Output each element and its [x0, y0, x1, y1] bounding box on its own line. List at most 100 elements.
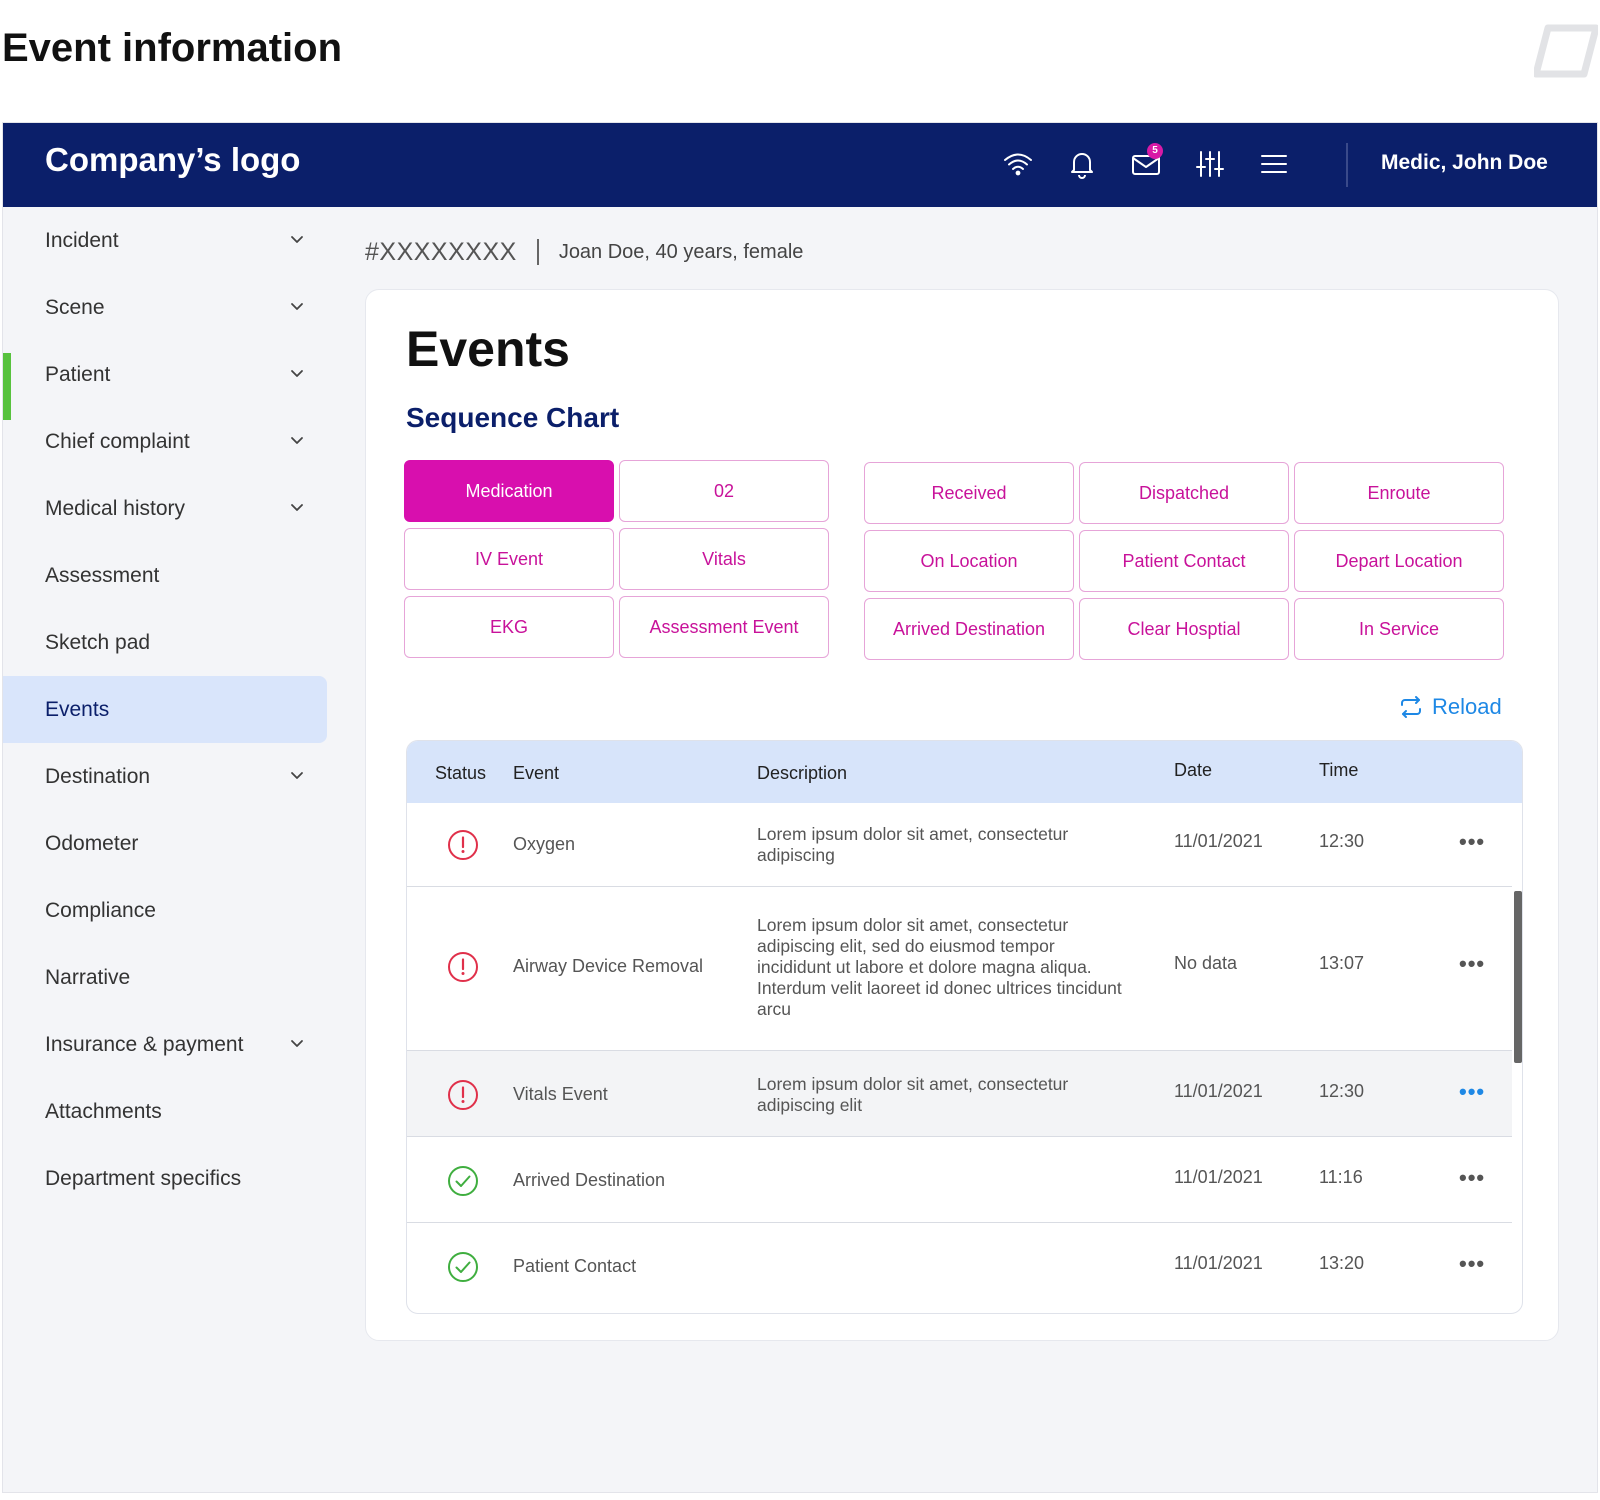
brand-mark-icon [1534, 24, 1598, 78]
header-time[interactable]: Time [1319, 760, 1358, 781]
chevron-down-icon[interactable] [289, 298, 305, 314]
sidebar-item-label: Insurance & payment [45, 1032, 244, 1056]
sidebar-item-label: Department specifics [45, 1166, 242, 1190]
sidebar-navigation: Incident Scene Patient Chief complaint Medic… [3, 207, 333, 1212]
top-navigation-bar: Company’s logo 5 Medic, John Doe [3, 123, 1597, 207]
sidebar-item-sketch-pad[interactable]: Sketch pad [3, 609, 333, 676]
sequence-button-on-location[interactable]: On Location [864, 530, 1074, 592]
sidebar-item-insurance-and-payment[interactable]: Insurance & payment [3, 1011, 333, 1078]
sequence-button-received[interactable]: Received [864, 462, 1074, 524]
sidebar-item-label: Events [45, 697, 110, 721]
sequence-button-clear-hosptial[interactable]: Clear Hosptial [1079, 598, 1289, 660]
event-date: 11/01/2021 [1174, 1167, 1263, 1187]
app-window: Company’s logo 5 Medic, John Doe Inciden… [2, 122, 1598, 1493]
sequence-button-assessment-event[interactable]: Assessment Event [619, 596, 829, 658]
sidebar-item-department-specifics[interactable]: Department specifics [3, 1145, 333, 1212]
sidebar-item-label: Narrative [45, 965, 131, 989]
table-row[interactable]: Vitals Event Lorem ipsum dolor sit amet, … [407, 1051, 1512, 1137]
alert-circle-icon [448, 1080, 478, 1110]
sequence-button-in-service[interactable]: In Service [1294, 598, 1504, 660]
event-time: 13:20 [1319, 1253, 1365, 1273]
alert-circle-icon [448, 830, 478, 860]
table-row[interactable]: Oxygen Lorem ipsum dolor sit amet, consec… [407, 803, 1512, 887]
sequence-button-dispatched[interactable]: Dispatched [1079, 462, 1289, 524]
sidebar-item-label: Destination [45, 764, 151, 788]
event-name: Arrived Destination [513, 1170, 666, 1190]
user-account-name[interactable]: Medic, John Doe [1381, 151, 1548, 175]
sequence-button-vitals[interactable]: Vitals [619, 528, 829, 590]
sidebar-item-label: Medical history [45, 496, 186, 520]
event-time: 11:16 [1319, 1167, 1363, 1187]
chevron-down-icon[interactable] [289, 365, 305, 381]
page-heading: Event information [2, 26, 343, 70]
sidebar-item-label: Odometer [45, 831, 139, 855]
sidebar-item-events[interactable]: Events [3, 676, 327, 743]
chevron-down-icon[interactable] [289, 231, 305, 247]
sidebar-item-incident[interactable]: Incident [3, 207, 333, 274]
sidebar-item-chief-complaint[interactable]: Chief complaint [3, 408, 333, 475]
sequence-button-patient-contact[interactable]: Patient Contact [1079, 530, 1289, 592]
sequence-button-medication[interactable]: Medication [404, 460, 614, 522]
event-date: 11/01/2021 [1174, 1253, 1263, 1273]
sidebar-item-patient[interactable]: Patient [3, 341, 333, 408]
sequence-button-iv-event[interactable]: IV Event [404, 528, 614, 590]
sequence-button-ekg[interactable]: EKG [404, 596, 614, 658]
alert-circle-icon [448, 952, 478, 982]
event-description: Lorem ipsum dolor sit amet, consectetur … [757, 824, 1069, 865]
more-options-icon[interactable]: ••• [1459, 951, 1485, 977]
reload-button[interactable]: Reload [1398, 694, 1502, 720]
mail-icon[interactable]: 5 [1129, 143, 1163, 181]
chevron-down-icon[interactable] [289, 432, 305, 448]
header-status[interactable]: Status [435, 763, 486, 784]
events-table: Status Event Description Date Time Oxyge… [406, 740, 1523, 1314]
sidebar-item-narrative[interactable]: Narrative [3, 944, 333, 1011]
chevron-down-icon[interactable] [289, 499, 305, 515]
bell-icon[interactable] [1065, 147, 1099, 181]
chevron-down-icon[interactable] [289, 767, 305, 783]
event-date: 11/01/2021 [1174, 831, 1263, 851]
event-time: 12:30 [1319, 1081, 1365, 1101]
more-options-icon[interactable]: ••• [1459, 829, 1485, 855]
sliders-icon[interactable] [1193, 147, 1227, 181]
sidebar-item-medical-history[interactable]: Medical history [3, 475, 333, 542]
sidebar-item-compliance[interactable]: Compliance [3, 877, 333, 944]
event-description: Lorem ipsum dolor sit amet, consectetur … [757, 1074, 1069, 1115]
reload-icon [1401, 696, 1421, 718]
sidebar-item-label: Compliance [45, 898, 156, 922]
table-row[interactable]: Arrived Destination 11/01/2021 11:16 ••• [407, 1137, 1512, 1223]
header-event[interactable]: Event [513, 763, 559, 784]
sidebar-item-scene[interactable]: Scene [3, 274, 333, 341]
sequence-button-arrived-destination[interactable]: Arrived Destination [864, 598, 1074, 660]
sidebar-item-destination[interactable]: Destination [3, 743, 333, 810]
breadcrumb: #XXXXXXXX Joan Doe, 40 years, female [365, 237, 803, 267]
sidebar-item-label: Attachments [45, 1099, 162, 1123]
company-logo[interactable]: Company’s logo [45, 141, 300, 179]
event-name: Airway Device Removal [513, 956, 704, 976]
sequence-button-02[interactable]: 02 [619, 460, 829, 522]
event-time: 13:07 [1319, 953, 1365, 973]
chevron-down-icon[interactable] [289, 1035, 305, 1051]
check-circle-icon [448, 1252, 478, 1282]
more-options-icon[interactable]: ••• [1459, 1251, 1485, 1277]
sidebar-item-odometer[interactable]: Odometer [3, 810, 333, 877]
sequence-button-depart-location[interactable]: Depart Location [1294, 530, 1504, 592]
section-title: Sequence Chart [406, 402, 620, 433]
wifi-icon[interactable] [1001, 147, 1035, 181]
more-options-icon[interactable]: ••• [1459, 1165, 1485, 1191]
sequence-button-enroute[interactable]: Enroute [1294, 462, 1504, 524]
sidebar-item-attachments[interactable]: Attachments [3, 1078, 333, 1145]
header-description[interactable]: Description [757, 763, 847, 784]
more-options-icon[interactable]: ••• [1459, 1079, 1485, 1105]
table-scrollbar[interactable] [1514, 891, 1522, 1063]
topbar-divider [1346, 143, 1348, 187]
sidebar-item-assessment[interactable]: Assessment [3, 542, 333, 609]
sidebar-item-label: Assessment [45, 563, 160, 587]
table-row[interactable]: Airway Device Removal Lorem ipsum dolor s… [407, 887, 1512, 1051]
breadcrumb-divider [536, 239, 539, 265]
menu-icon[interactable] [1257, 147, 1291, 181]
sidebar-item-label: Incident [45, 228, 119, 252]
table-row[interactable]: Patient Contact 11/01/2021 13:20 ••• [407, 1223, 1512, 1309]
header-date[interactable]: Date [1174, 760, 1212, 781]
event-name: Vitals Event [513, 1084, 608, 1104]
table-header: Status Event Description Date Time [407, 741, 1522, 803]
